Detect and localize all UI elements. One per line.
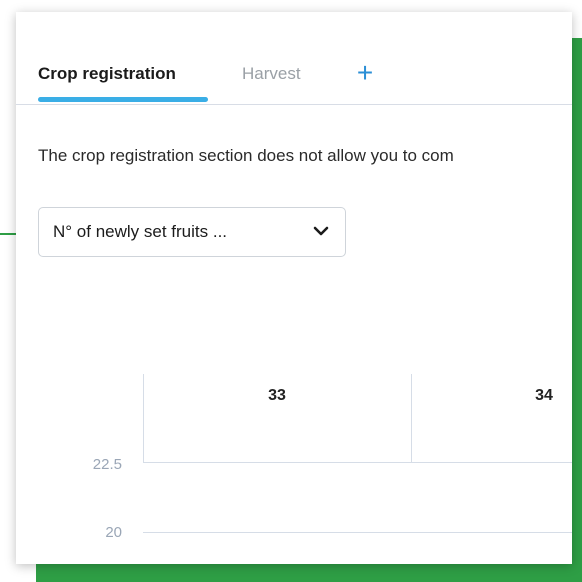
section-description: The crop registration section does not a… [38,146,454,165]
active-tab-indicator [38,97,208,102]
tab-crop-registration[interactable]: Crop registration [38,64,176,84]
crop-registration-panel: Crop registration Harvest + The crop reg… [16,12,572,564]
column-label-34: 34 [535,387,553,404]
grid-vertical-line [411,374,412,463]
grid-horizontal-line [143,462,572,463]
grid-vertical-line [143,374,144,463]
crop-chart: 33 34 22.5 20 [16,362,572,564]
tab-harvest[interactable]: Harvest [242,64,301,84]
y-tick-label: 22.5 [92,456,122,473]
measurement-dropdown[interactable]: N° of newly set fruits ... [38,207,346,257]
tab-bar: Crop registration Harvest + [16,12,572,105]
grid-horizontal-line [143,532,572,533]
chevron-down-icon [313,226,329,236]
column-label-33: 33 [268,387,286,404]
y-tick-label: 20 [105,524,122,541]
plus-icon[interactable]: + [352,58,378,88]
dropdown-selected-value: N° of newly set fruits ... [53,222,228,241]
